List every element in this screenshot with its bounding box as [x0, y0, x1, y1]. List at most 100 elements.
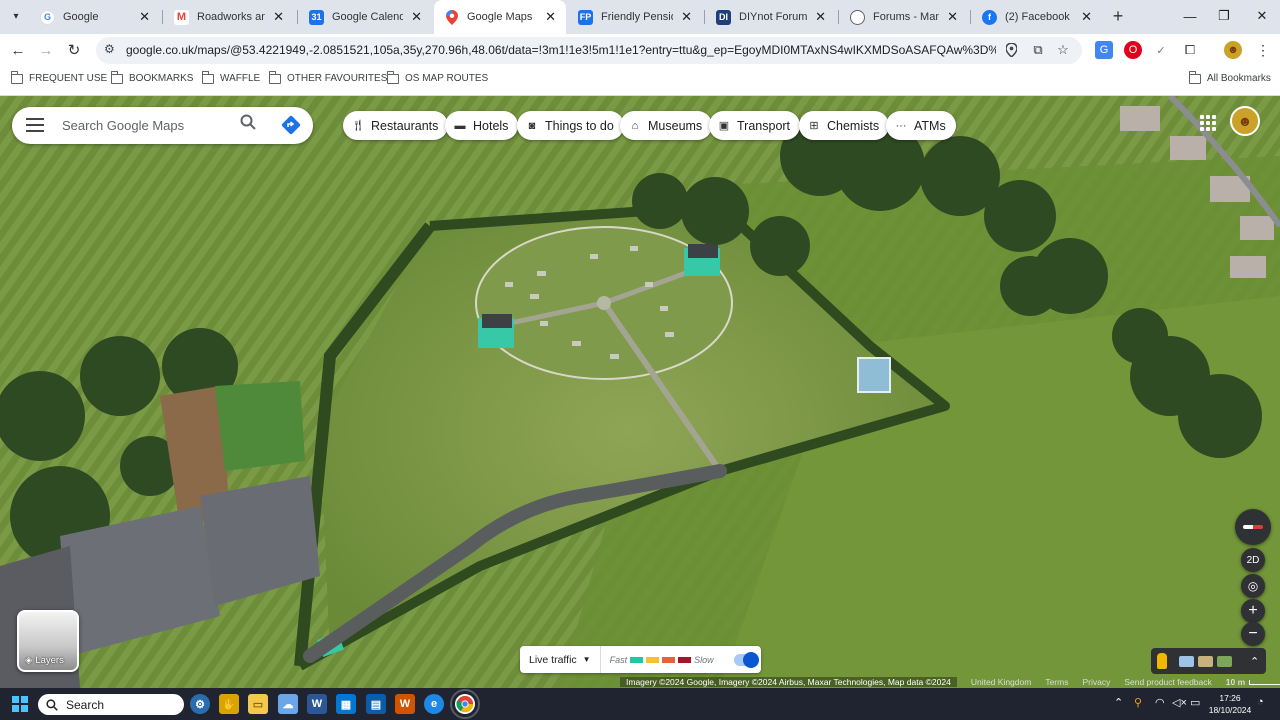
tab-friendly-pensioner[interactable]: FP Friendly Pensioner ✕: [568, 0, 702, 34]
reload-icon[interactable]: ↻: [63, 39, 85, 61]
tab-diynot[interactable]: DI DIYnot Forums ✕: [706, 0, 836, 34]
taskbar-search-box[interactable]: Search: [38, 694, 184, 715]
check-extension-icon[interactable]: ✓: [1152, 41, 1170, 59]
close-tab-icon[interactable]: ✕: [545, 9, 556, 25]
tab-forums-mander[interactable]: Forums - Mander ✕: [840, 0, 968, 34]
close-tab-icon[interactable]: ✕: [411, 9, 422, 25]
folder-icon: [1188, 70, 1201, 84]
site-settings-icon[interactable]: ⚙: [104, 42, 115, 56]
my-location-icon[interactable]: ◎: [1241, 574, 1265, 598]
app-icon-blue-chat[interactable]: ☁: [278, 694, 298, 714]
zoom-out-button[interactable]: −: [1241, 622, 1265, 646]
footer-link-terms[interactable]: Terms: [1045, 677, 1068, 687]
battery-icon[interactable]: ▭: [1190, 696, 1200, 709]
tab-google[interactable]: G Google ✕: [30, 0, 160, 34]
traffic-toggle[interactable]: [733, 651, 759, 668]
footer-link-feedback[interactable]: Send product feedback: [1124, 677, 1211, 687]
opera-extension-icon[interactable]: O: [1124, 41, 1142, 59]
chip-things-to-do[interactable]: ◙ Things to do: [517, 111, 624, 140]
location-pin-icon[interactable]: [1002, 41, 1020, 59]
search-icon[interactable]: [240, 114, 262, 136]
windows-start-icon[interactable]: [12, 696, 28, 712]
wifi-icon[interactable]: ◠: [1155, 696, 1165, 709]
bookmark-folder-waffle[interactable]: WAFFLE: [201, 70, 260, 84]
file-explorer-icon[interactable]: ▭: [248, 694, 268, 714]
layers-button[interactable]: ◈ Layers: [17, 610, 79, 672]
pegman-icon[interactable]: [1157, 653, 1167, 669]
address-bar[interactable]: ⚙ google.co.uk/maps/@53.4221949,-2.08515…: [96, 37, 1082, 64]
bookmark-folder-bookmarks[interactable]: BOOKMARKS: [110, 70, 193, 84]
extensions-puzzle-icon[interactable]: ⧠: [1181, 41, 1199, 59]
tab-google-maps[interactable]: Google Maps ✕: [434, 0, 566, 34]
back-arrow-icon[interactable]: ←: [7, 39, 29, 61]
translate-extension-icon[interactable]: G: [1095, 41, 1113, 59]
footer-link-privacy[interactable]: Privacy: [1082, 677, 1110, 687]
globe-icon: [850, 9, 865, 25]
word-icon[interactable]: W: [307, 694, 327, 714]
close-tab-icon[interactable]: ✕: [681, 9, 692, 25]
search-app-tray-icon[interactable]: ⚲: [1134, 696, 1142, 709]
imagery-thumbnail[interactable]: [1198, 655, 1213, 667]
chip-transport[interactable]: ▣ Transport: [709, 111, 801, 140]
chip-museums[interactable]: ⌂ Museums: [620, 111, 713, 140]
account-avatar[interactable]: ☻: [1230, 106, 1260, 136]
expand-up-icon[interactable]: ⌃: [1250, 655, 1259, 668]
restore-window-icon[interactable]: ❐: [1210, 4, 1238, 28]
map-canvas[interactable]: 🍴︎ Restaurants ▬ Hotels ◙ Things to do ⌂…: [0, 96, 1280, 688]
tray-overflow-icon[interactable]: ⌃: [1114, 696, 1123, 709]
system-clock[interactable]: 17:26 18/10/2024: [1208, 692, 1252, 716]
tab-search-button[interactable]: ▾: [6, 6, 26, 26]
search-input[interactable]: [62, 113, 232, 138]
open-in-app-icon[interactable]: ⧉: [1029, 41, 1047, 59]
close-tab-icon[interactable]: ✕: [273, 9, 284, 25]
chip-restaurants[interactable]: 🍴︎ Restaurants: [343, 111, 449, 140]
bookmark-folder-other-favourites[interactable]: OTHER FAVOURITES: [268, 70, 387, 84]
bookmark-folder-frequent-use[interactable]: FREQUENT USE: [10, 70, 107, 84]
forward-arrow-icon[interactable]: →: [35, 39, 57, 61]
settings-gear-icon[interactable]: ⚙: [190, 694, 210, 714]
edge-browser-icon[interactable]: e: [424, 694, 444, 714]
footer-link-region[interactable]: United Kingdom: [971, 677, 1031, 687]
compass-icon[interactable]: [1235, 509, 1271, 545]
minimize-icon[interactable]: —: [1176, 4, 1204, 28]
zoom-in-button[interactable]: +: [1241, 599, 1265, 623]
pensioner-forum-icon: FP: [578, 9, 593, 25]
facebook-icon: f: [982, 9, 997, 25]
chip-atms[interactable]: ··· ATMs: [886, 111, 956, 140]
menu-icon[interactable]: [26, 118, 44, 132]
close-window-icon[interactable]: ✕: [1248, 4, 1276, 28]
tab-facebook[interactable]: f (2) Facebook ✕: [972, 0, 1102, 34]
close-tab-icon[interactable]: ✕: [947, 9, 958, 25]
fork-knife-icon: 🍴︎: [351, 120, 365, 132]
new-tab-button[interactable]: +: [1108, 6, 1128, 26]
notification-bell-icon[interactable]: ◔: [1257, 696, 1264, 708]
tab-calendar[interactable]: 31 Google Calendar ✕: [299, 0, 432, 34]
bookmarks-bar: FREQUENT USE BOOKMARKS WAFFLE OTHER FAVO…: [0, 66, 1280, 96]
document-app-icon[interactable]: ▤: [366, 694, 386, 714]
tab-gmail[interactable]: M Roadworks and Ro ✕: [164, 0, 294, 34]
google-apps-icon[interactable]: [1197, 112, 1219, 134]
winrar-icon[interactable]: W: [395, 694, 415, 714]
all-bookmarks-button[interactable]: All Bookmarks: [1188, 70, 1271, 84]
chip-chemists[interactable]: ⊞ Chemists: [799, 111, 890, 140]
bookmark-star-icon[interactable]: ☆: [1054, 41, 1072, 59]
imagery-thumbnail[interactable]: [1217, 655, 1232, 667]
profile-avatar-icon[interactable]: ☻: [1224, 41, 1242, 59]
imagery-thumbnail[interactable]: [1179, 655, 1194, 667]
app-icon-yellow[interactable]: ✋: [219, 694, 239, 714]
directions-icon[interactable]: [281, 115, 301, 135]
browser-menu-icon[interactable]: ⋮: [1254, 41, 1272, 59]
live-traffic-dropdown[interactable]: Live traffic ▼: [520, 646, 601, 673]
close-tab-icon[interactable]: ✕: [139, 9, 150, 25]
url-text[interactable]: google.co.uk/maps/@53.4221949,-2.0851521…: [126, 43, 996, 57]
volume-icon[interactable]: ◁×: [1172, 696, 1187, 709]
view-2d-button[interactable]: 2D: [1241, 548, 1265, 572]
calculator-icon[interactable]: ▦: [336, 694, 356, 714]
bookmark-folder-os-map-routes[interactable]: OS MAP ROUTES: [386, 70, 488, 84]
close-tab-icon[interactable]: ✕: [1081, 9, 1092, 25]
scale-bar[interactable]: 10 m: [1226, 677, 1280, 687]
chip-hotels[interactable]: ▬ Hotels: [445, 111, 519, 140]
layers-icon: ◈: [25, 655, 33, 666]
chrome-browser-icon[interactable]: [450, 689, 480, 719]
close-tab-icon[interactable]: ✕: [815, 9, 826, 25]
